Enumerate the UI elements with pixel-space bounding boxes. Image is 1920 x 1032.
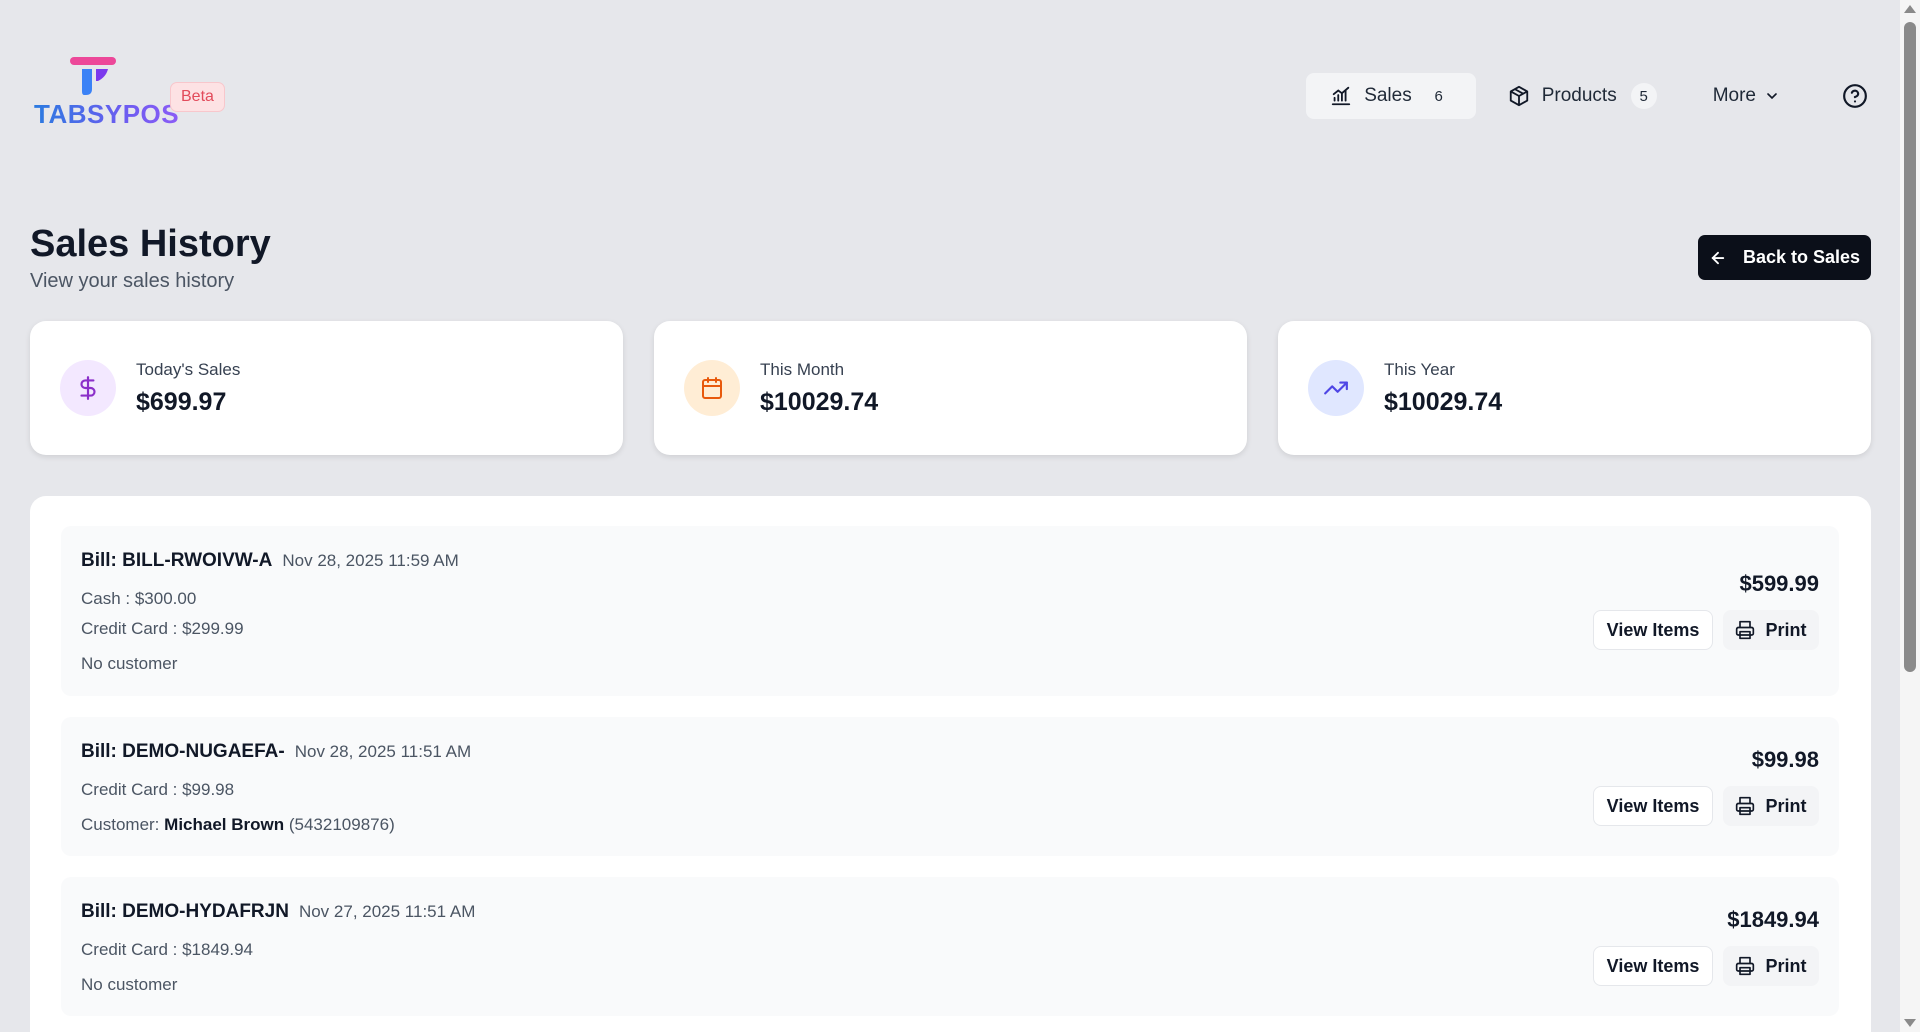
view-items-button[interactable]: View Items (1593, 610, 1713, 650)
chevron-down-icon (1767, 93, 1777, 100)
scroll-down-arrow-icon[interactable] (1904, 1019, 1916, 1027)
calendar-icon (702, 377, 722, 399)
sale-row: Bill: DEMO-HYDAFRJN Nov 27, 2025 11:51 A… (61, 877, 1839, 1016)
print-label: Print (1765, 619, 1807, 640)
bill-header: Bill: DEMO-NUGAEFA- Nov 28, 2025 11:51 A… (81, 741, 471, 763)
main-nav: Sales 6 Products 5 More (1298, 72, 1878, 120)
print-button[interactable]: Print (1723, 946, 1819, 986)
page-subtitle: View your sales history (30, 270, 235, 292)
stat-value: $10029.74 (1384, 387, 1503, 416)
sale-amount: $599.99 (1739, 571, 1819, 596)
arrow-left-icon (1711, 251, 1725, 264)
payment-line: Credit Card : $299.99 (81, 619, 244, 638)
logo-text: TABSYPOS (34, 99, 180, 129)
payment-line: Credit Card : $1849.94 (81, 940, 253, 959)
stat-label: This Year (1384, 359, 1455, 379)
stat-value: $699.97 (136, 387, 227, 416)
bill-id: Bill: DEMO-NUGAEFA- (81, 741, 285, 762)
bill-date: Nov 28, 2025 11:59 AM (282, 551, 459, 570)
print-label: Print (1765, 955, 1807, 976)
stats-row: Today's Sales $699.97 This Month $10029.… (30, 321, 1871, 455)
sale-row: Bill: DEMO-NUGAEFA- Nov 28, 2025 11:51 A… (61, 717, 1839, 856)
stat-card-today: Today's Sales $699.97 (30, 321, 623, 455)
dollar-icon (80, 376, 96, 400)
bill-header: Bill: DEMO-HYDAFRJN Nov 27, 2025 11:51 A… (81, 901, 475, 923)
box-icon (1509, 85, 1528, 107)
stat-card-year: This Year $10029.74 (1278, 321, 1871, 455)
printer-icon (1736, 620, 1755, 640)
bill-id: Bill: BILL-RWOIVW-A (81, 550, 273, 571)
stat-icon-wrap (60, 360, 116, 416)
nav-more-label: More (1712, 85, 1756, 106)
customer-info: No customer (81, 654, 178, 673)
print-button[interactable]: Print (1723, 610, 1819, 650)
print-label: Print (1765, 795, 1807, 816)
bill-date: Nov 28, 2025 11:51 AM (294, 742, 472, 761)
sales-list: Bill: BILL-RWOIVW-A Nov 28, 2025 11:59 A… (30, 496, 1871, 1032)
bill-date: Nov 27, 2025 11:51 AM (298, 902, 476, 921)
nav-sales-count: 6 (1434, 87, 1443, 105)
customer-info: Customer: Michael Brown (5432109876) (81, 815, 395, 835)
print-button[interactable]: Print (1723, 786, 1819, 826)
nav-products-count: 5 (1630, 83, 1657, 109)
customer-phone: (5432109876) (288, 815, 395, 834)
row-actions: View Items Print (1593, 946, 1819, 986)
sale-row: Bill: BILL-RWOIVW-A Nov 28, 2025 11:59 A… (61, 526, 1839, 696)
sales-history-page: TABSYPOS Beta Sales 6 Products 5 More Sa… (0, 0, 1920, 1032)
top-header: TABSYPOS Beta Sales 6 Products 5 More (0, 0, 1900, 190)
nav-products[interactable]: Products 5 (1484, 73, 1681, 119)
customer-info: No customer (81, 975, 178, 994)
sale-amount: $1849.94 (1727, 907, 1819, 932)
customer-prefix: Customer: (81, 815, 160, 834)
bill-header: Bill: BILL-RWOIVW-A Nov 28, 2025 11:59 A… (81, 550, 459, 572)
stat-icon-wrap (684, 360, 740, 416)
nav-sales-label: Sales (1364, 85, 1412, 106)
nav-products-label: Products (1541, 85, 1617, 106)
printer-icon (1736, 956, 1755, 976)
view-items-button[interactable]: View Items (1593, 946, 1713, 986)
beta-badge: Beta (170, 82, 225, 112)
page-heading: Sales History View your sales history (30, 222, 271, 293)
page-scrollbar[interactable] (1900, 0, 1920, 1032)
stat-card-month: This Month $10029.74 (654, 321, 1247, 455)
help-button[interactable] (1832, 73, 1878, 119)
payment-line: Credit Card : $99.98 (81, 780, 235, 799)
view-items-button[interactable]: View Items (1593, 786, 1713, 826)
stat-icon-wrap (1308, 360, 1364, 416)
row-actions: View Items Print (1593, 610, 1819, 650)
back-to-sales-label: Back to Sales (1742, 247, 1861, 267)
nav-more-dropdown[interactable]: More (1689, 73, 1804, 119)
back-to-sales-button[interactable]: Back to Sales (1698, 235, 1871, 280)
trending-up-icon (1324, 381, 1348, 395)
logo-mark-icon (70, 57, 116, 95)
stat-label: Today's Sales (136, 359, 241, 379)
scroll-thumb[interactable] (1904, 22, 1916, 672)
nav-sales[interactable]: Sales 6 (1306, 73, 1476, 119)
page-title: Sales History (30, 223, 271, 265)
help-circle-icon (1843, 84, 1867, 108)
scroll-up-arrow-icon[interactable] (1904, 5, 1916, 13)
printer-icon (1736, 796, 1755, 816)
bar-chart-icon (1332, 86, 1351, 106)
stat-label: This Month (760, 359, 845, 379)
stat-value: $10029.74 (760, 387, 879, 416)
app-logo[interactable]: TABSYPOS (34, 55, 179, 129)
customer-name: Michael Brown (164, 815, 285, 834)
sale-amount: $99.98 (1751, 747, 1819, 772)
payment-line: Cash : $300.00 (81, 589, 197, 608)
row-actions: View Items Print (1593, 786, 1819, 826)
bill-id: Bill: DEMO-HYDAFRJN (81, 901, 289, 922)
